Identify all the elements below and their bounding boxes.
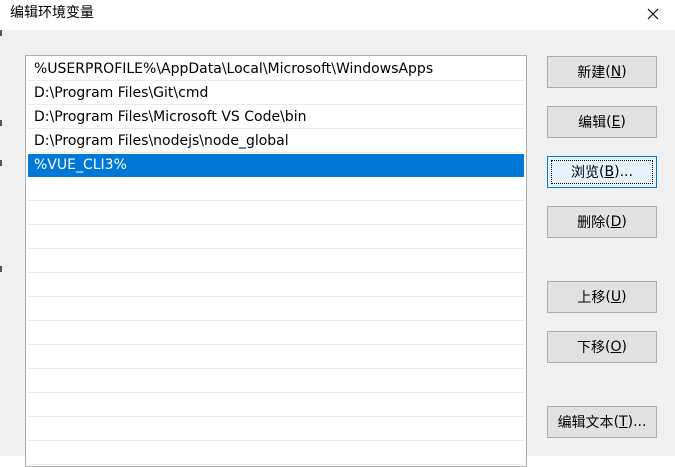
path-list-empty-row[interactable] bbox=[28, 418, 524, 441]
title-bar: 编辑环境变量 bbox=[0, 0, 675, 30]
edge-mark bbox=[0, 30, 2, 36]
path-list-empty-row[interactable] bbox=[28, 394, 524, 417]
path-list-item[interactable]: %USERPROFILE%\AppData\Local\Microsoft\Wi… bbox=[28, 58, 524, 81]
path-list-empty-row[interactable] bbox=[28, 250, 524, 273]
browse-button-key: B bbox=[604, 164, 615, 180]
window-title: 编辑环境变量 bbox=[10, 5, 94, 21]
path-list-item[interactable]: D:\Program Files\Microsoft VS Code\bin bbox=[28, 106, 524, 129]
path-list-empty-row[interactable] bbox=[28, 274, 524, 297]
edge-mark bbox=[0, 160, 2, 166]
edit-button-key: E bbox=[611, 114, 621, 130]
close-icon bbox=[647, 8, 659, 20]
edit-text-button[interactable]: 编辑文本(T)... bbox=[547, 406, 657, 438]
edit-text-button-key: T bbox=[619, 414, 628, 430]
new-button[interactable]: 新建(N) bbox=[547, 56, 657, 88]
browse-button-label: 浏览 bbox=[571, 165, 600, 181]
new-button-key: N bbox=[610, 64, 622, 80]
path-list-empty-row[interactable] bbox=[28, 346, 524, 369]
path-list-empty-row[interactable] bbox=[28, 202, 524, 225]
move-up-button-key: U bbox=[610, 289, 622, 305]
dialog-client-area: %USERPROFILE%\AppData\Local\Microsoft\Wi… bbox=[0, 30, 675, 467]
path-list-empty-row[interactable] bbox=[28, 178, 524, 201]
delete-button[interactable]: 删除(D) bbox=[547, 206, 657, 238]
edit-text-button-label: 编辑文本 bbox=[557, 415, 614, 431]
move-up-button-label: 上移 bbox=[577, 290, 606, 306]
close-button[interactable] bbox=[631, 0, 675, 28]
edit-button[interactable]: 编辑(E) bbox=[547, 106, 657, 138]
delete-button-key: D bbox=[610, 214, 622, 230]
edit-button-label: 编辑 bbox=[578, 115, 607, 131]
browse-button-suffix: ... bbox=[619, 164, 633, 180]
path-list-item[interactable]: %VUE_CLI3% bbox=[28, 154, 524, 177]
move-up-button[interactable]: 上移(U) bbox=[547, 281, 657, 313]
move-down-button[interactable]: 下移(O) bbox=[547, 331, 657, 363]
browse-button[interactable]: 浏览(B)... bbox=[547, 156, 657, 188]
path-list-empty-row[interactable] bbox=[28, 226, 524, 249]
path-list-empty-row[interactable] bbox=[28, 322, 524, 345]
edge-mark bbox=[0, 120, 2, 126]
path-list-item[interactable]: D:\Program Files\Git\cmd bbox=[28, 82, 524, 105]
edit-text-button-suffix: ... bbox=[633, 414, 647, 430]
edge-mark bbox=[0, 266, 2, 272]
path-list-empty-row[interactable] bbox=[28, 298, 524, 321]
move-down-button-key: O bbox=[610, 339, 622, 355]
path-list-empty-row[interactable] bbox=[28, 442, 524, 465]
path-list-item[interactable]: D:\Program Files\nodejs\node_global bbox=[28, 130, 524, 153]
path-list[interactable]: %USERPROFILE%\AppData\Local\Microsoft\Wi… bbox=[25, 55, 527, 467]
move-down-button-label: 下移 bbox=[577, 340, 606, 356]
path-list-empty-row[interactable] bbox=[28, 370, 524, 393]
delete-button-label: 删除 bbox=[577, 215, 606, 231]
new-button-label: 新建 bbox=[577, 65, 606, 81]
